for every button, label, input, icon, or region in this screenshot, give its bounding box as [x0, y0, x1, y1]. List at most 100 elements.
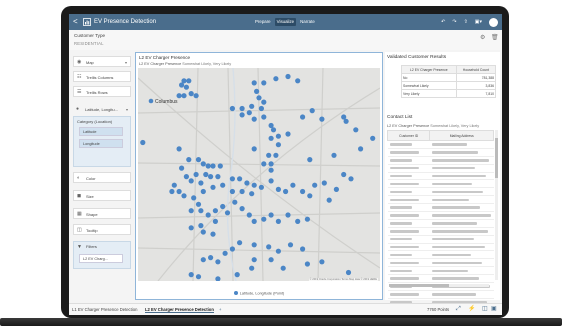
- map-point[interactable]: [198, 208, 204, 214]
- map-point[interactable]: [309, 108, 315, 114]
- map-point[interactable]: [256, 95, 262, 101]
- table-row[interactable]: [387, 203, 494, 213]
- map-point[interactable]: [353, 127, 359, 133]
- map-point[interactable]: [188, 91, 194, 97]
- map-point[interactable]: [220, 203, 226, 210]
- map-point[interactable]: [215, 276, 221, 281]
- map-point[interactable]: [188, 272, 194, 278]
- filter-chip-l2[interactable]: L2 EV Charg...: [79, 254, 123, 263]
- map-point[interactable]: [195, 201, 202, 207]
- map-point[interactable]: [224, 210, 231, 216]
- trellis-rows-slot[interactable]: ☰ Trellis Rows: [73, 86, 131, 97]
- map-point[interactable]: [268, 167, 274, 173]
- map-point[interactable]: [275, 248, 281, 254]
- map-point[interactable]: [191, 195, 197, 201]
- map-point[interactable]: [319, 259, 325, 265]
- map-point[interactable]: [345, 269, 352, 276]
- column-header[interactable]: Customer ID: [386, 130, 431, 141]
- map-point[interactable]: [179, 82, 185, 88]
- map-point[interactable]: [215, 259, 221, 265]
- tooltip-slot[interactable]: ◫ Tooltip: [73, 224, 131, 235]
- map-point[interactable]: [312, 182, 318, 188]
- map-point[interactable]: [287, 242, 294, 248]
- map-point[interactable]: [370, 135, 376, 141]
- table-row[interactable]: [387, 219, 494, 228]
- map-point[interactable]: [300, 188, 306, 195]
- table-row[interactable]: [387, 250, 494, 260]
- shape-slot[interactable]: ▦ Shape: [73, 208, 131, 219]
- map-point[interactable]: [176, 188, 182, 195]
- map-point[interactable]: [319, 116, 325, 122]
- viz-type-selector[interactable]: ◉ Map ▾: [73, 56, 131, 67]
- map-point[interactable]: [183, 174, 189, 180]
- map-point[interactable]: [176, 146, 182, 152]
- table-row[interactable]: [387, 243, 494, 252]
- map-point[interactable]: [212, 208, 218, 214]
- map-point[interactable]: [239, 105, 245, 112]
- map-point[interactable]: [169, 188, 175, 195]
- expand-icon[interactable]: ⤢: [456, 306, 461, 313]
- map-point[interactable]: [275, 133, 281, 139]
- redo-icon[interactable]: ↷: [452, 17, 456, 27]
- map-point[interactable]: [358, 146, 364, 152]
- tab-narrate[interactable]: Narrate: [298, 18, 317, 26]
- table-row[interactable]: [387, 266, 494, 276]
- add-canvas-button[interactable]: +: [219, 307, 221, 312]
- save-icon[interactable]: ▣▾: [475, 17, 482, 27]
- map-point[interactable]: [304, 216, 310, 222]
- map-point[interactable]: [246, 110, 252, 116]
- map-point[interactable]: [200, 188, 206, 195]
- map-point[interactable]: [200, 229, 206, 235]
- settings-icon[interactable]: ⚙: [480, 34, 485, 41]
- map-point[interactable]: [321, 180, 327, 186]
- map-point[interactable]: [266, 244, 272, 250]
- map-point[interactable]: [258, 184, 264, 190]
- map-point[interactable]: [237, 176, 243, 182]
- map-point[interactable]: [195, 274, 202, 280]
- map-point[interactable]: [268, 135, 274, 141]
- map-point[interactable]: [195, 157, 202, 163]
- scroll-thumb[interactable]: [389, 284, 449, 287]
- map-point[interactable]: [205, 163, 211, 169]
- map-point[interactable]: [290, 182, 296, 188]
- map-point[interactable]: [188, 225, 194, 231]
- map-point[interactable]: [208, 255, 214, 261]
- latitude-chip[interactable]: Latitude: [79, 127, 123, 136]
- map-point[interactable]: [249, 103, 255, 109]
- map-point[interactable]: [210, 163, 216, 169]
- map-point[interactable]: [212, 218, 218, 224]
- map-point[interactable]: [333, 186, 339, 192]
- map-point[interactable]: [251, 242, 257, 248]
- map-point[interactable]: [198, 223, 204, 229]
- table-row[interactable]: [387, 156, 494, 165]
- map-point[interactable]: [261, 161, 267, 167]
- map-point[interactable]: [275, 218, 281, 224]
- share-icon[interactable]: ⇧: [464, 17, 468, 27]
- map-point[interactable]: [295, 218, 301, 224]
- map-point[interactable]: [307, 193, 313, 199]
- map-point[interactable]: [217, 163, 223, 169]
- avatar[interactable]: U: [489, 17, 498, 27]
- map-point[interactable]: [198, 180, 204, 186]
- map-point[interactable]: [251, 257, 257, 263]
- map-point[interactable]: [244, 180, 250, 186]
- map-point[interactable]: [239, 206, 245, 212]
- map-point[interactable]: [205, 212, 211, 218]
- table-row[interactable]: [387, 195, 494, 205]
- map-point[interactable]: [200, 257, 206, 263]
- table-row[interactable]: [387, 140, 494, 149]
- back-button[interactable]: <: [73, 17, 78, 26]
- layout-icon[interactable]: ▣: [491, 306, 497, 313]
- map-point[interactable]: [268, 161, 274, 167]
- table-row[interactable]: [387, 211, 494, 220]
- undo-icon[interactable]: ↶: [441, 17, 445, 27]
- map-point[interactable]: [268, 257, 274, 263]
- table-row[interactable]: [387, 290, 494, 299]
- size-slot[interactable]: ◼ Size: [73, 190, 131, 201]
- map-point[interactable]: [249, 265, 255, 271]
- map-point[interactable]: [239, 188, 245, 195]
- table-row[interactable]: [387, 179, 494, 189]
- map-point[interactable]: [203, 171, 209, 178]
- map-area[interactable]: Columbus: [138, 68, 380, 281]
- map-point[interactable]: [270, 127, 277, 133]
